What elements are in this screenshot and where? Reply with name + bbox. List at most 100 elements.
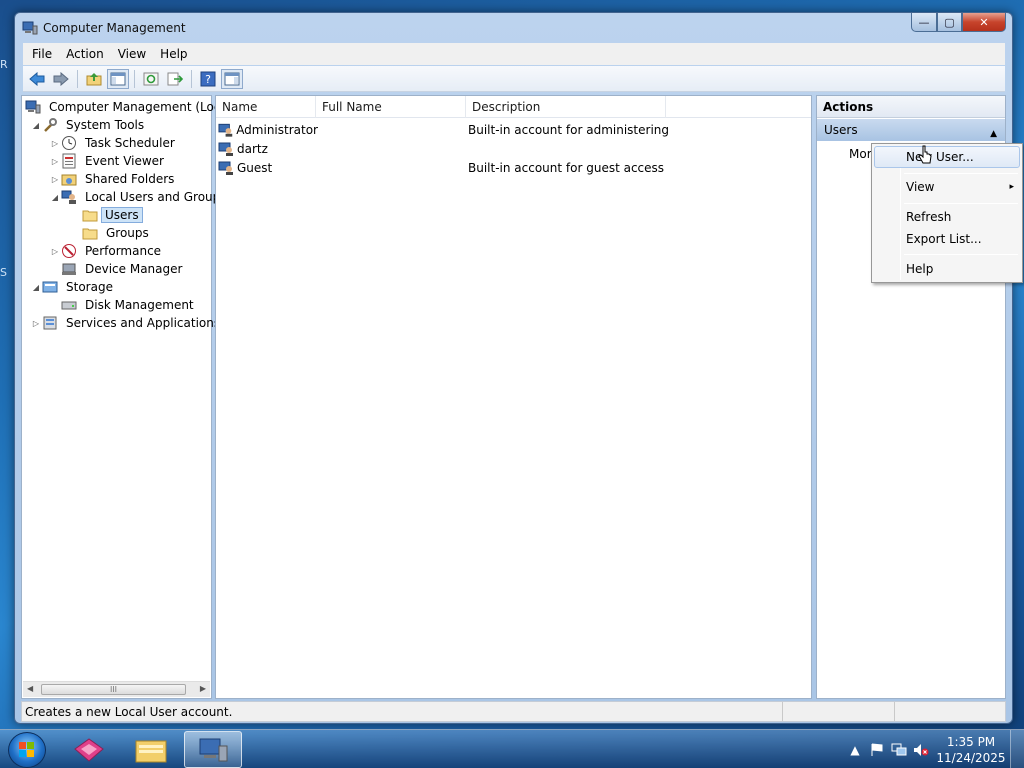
expand-arrow-icon[interactable]: ▷ (49, 157, 61, 166)
column-header-full-name[interactable]: Full Name (316, 96, 466, 118)
menu-item-view[interactable]: View ▸ (874, 176, 1020, 198)
folder-icon (82, 225, 98, 241)
users-list-view[interactable]: Name Full Name Description Administrator… (215, 95, 812, 699)
window-title: Computer Management (43, 21, 186, 35)
menu-view[interactable]: View (111, 44, 153, 64)
list-row-administrator[interactable]: Administrator Built-in account for admin… (218, 120, 668, 139)
tree-item-performance[interactable]: ▷ Performance (49, 242, 166, 260)
tree-item-task-scheduler[interactable]: ▷ Task Scheduler (49, 134, 180, 152)
menu-item-export-list[interactable]: Export List... (874, 228, 1020, 250)
actions-section-users[interactable]: Users ▲ (817, 119, 1005, 141)
expand-arrow-icon[interactable]: ▷ (49, 175, 61, 184)
clock-icon (61, 135, 77, 151)
tree-horizontal-scrollbar[interactable]: ◀ III ▶ (23, 681, 210, 697)
collapse-arrow-icon[interactable]: ◢ (30, 283, 42, 292)
show-hide-action-pane-button[interactable] (221, 68, 243, 89)
collapse-caret-icon[interactable]: ▲ (990, 123, 997, 145)
tree-item-system-tools[interactable]: ◢ System Tools (30, 116, 149, 134)
expand-arrow-icon[interactable]: ▷ (49, 139, 61, 148)
tree-item-label: Local Users and Groups (85, 190, 227, 204)
event-viewer-icon (61, 153, 77, 169)
show-desktop-button[interactable] (1010, 730, 1024, 768)
scrollbar-thumb[interactable]: III (41, 684, 186, 695)
tree-item-storage[interactable]: ◢ Storage (30, 278, 118, 296)
forward-icon (53, 71, 69, 86)
tree-item-groups[interactable]: Groups (82, 224, 154, 242)
up-folder-icon (86, 72, 102, 85)
expand-arrow-icon[interactable]: ▷ (49, 247, 61, 256)
action-center-flag-icon[interactable] (866, 739, 888, 761)
expand-arrow-icon[interactable]: ▷ (30, 319, 42, 328)
clock-time: 1:35 PM (946, 734, 996, 749)
menu-file[interactable]: File (25, 44, 59, 64)
shared-folder-icon (61, 171, 77, 187)
refresh-button[interactable] (140, 69, 162, 89)
network-icon[interactable] (888, 739, 910, 761)
cell-name: dartz (218, 141, 318, 157)
tree-item-services-and-applications[interactable]: ▷ Services and Applications (30, 314, 225, 332)
console-tree[interactable]: Computer Management (Local ◢ System Tool… (21, 95, 231, 699)
svg-text:?: ? (205, 73, 211, 86)
tree-item-shared-folders[interactable]: ▷ Shared Folders (49, 170, 179, 188)
taskbar-clock[interactable]: 1:35 PM 11/24/2025 (932, 734, 1010, 766)
show-hidden-icons-button[interactable]: ▲ (844, 739, 866, 761)
menu-item-refresh[interactable]: Refresh (874, 206, 1020, 228)
volume-muted-icon[interactable] (910, 739, 932, 761)
tree-item-label: Event Viewer (85, 154, 164, 168)
users-groups-icon (61, 189, 77, 205)
tree-item-label: Disk Management (85, 298, 194, 312)
tree-item-users[interactable]: Users (82, 206, 143, 224)
system-tools-icon (42, 117, 58, 133)
taskbar: ▲ 1:35 PM 11/24/2025 (0, 729, 1024, 768)
list-row-dartz[interactable]: dartz (218, 139, 668, 158)
tree-item-disk-management[interactable]: Disk Management (61, 296, 199, 314)
menu-help[interactable]: Help (153, 44, 194, 64)
menu-action[interactable]: Action (59, 44, 111, 64)
list-row-guest[interactable]: Guest Built-in account for guest access … (218, 158, 668, 177)
minimize-button[interactable]: — (911, 13, 937, 32)
more-actions-link[interactable]: Mor (849, 147, 872, 161)
status-text: Creates a new Local User account. (25, 704, 233, 719)
scroll-left-icon[interactable]: ◀ (27, 684, 33, 693)
taskbar-app-computer-management[interactable] (184, 731, 242, 768)
cell-name: Administrator (218, 122, 318, 138)
up-one-level-button[interactable] (83, 69, 105, 89)
mouse-cursor-icon (918, 145, 932, 164)
back-button[interactable] (26, 69, 48, 89)
forward-button[interactable] (50, 69, 72, 89)
system-tray: ▲ 1:35 PM 11/24/2025 (844, 730, 1024, 768)
column-header-description[interactable]: Description (466, 96, 666, 118)
toolbar: ? (23, 66, 1005, 92)
start-button[interactable] (8, 732, 46, 768)
close-button[interactable]: ✕ (962, 13, 1006, 32)
taskbar-app-paint[interactable] (60, 731, 118, 768)
tree-item-device-manager[interactable]: Device Manager (61, 260, 187, 278)
menu-item-new-user[interactable]: New User... (874, 146, 1020, 168)
help-button[interactable]: ? (197, 69, 219, 89)
user-account-icon (218, 123, 233, 137)
tree-item-local-users-and-groups[interactable]: ◢ Local Users and Groups (49, 188, 232, 206)
cell-description: Built-in account for administering... (468, 122, 668, 137)
user-name: Administrator (236, 122, 318, 137)
tree-item-label: Storage (66, 280, 113, 294)
collapse-arrow-icon[interactable]: ◢ (49, 193, 61, 202)
title-bar[interactable]: Computer Management — ▢ ✕ (15, 13, 1012, 43)
export-list-button[interactable] (164, 69, 186, 89)
collapse-arrow-icon[interactable]: ◢ (30, 121, 42, 130)
tree-item-computer-management[interactable]: Computer Management (Local (25, 98, 236, 116)
back-icon (29, 71, 45, 86)
column-header-name[interactable]: Name (216, 96, 316, 118)
device-manager-icon (61, 261, 77, 277)
user-name: dartz (237, 141, 268, 156)
scroll-right-icon[interactable]: ▶ (200, 684, 206, 693)
tree-item-event-viewer[interactable]: ▷ Event Viewer (49, 152, 169, 170)
show-hide-console-tree-button[interactable] (107, 68, 129, 89)
tree-item-label: Shared Folders (85, 172, 175, 186)
menu-item-help[interactable]: Help (874, 258, 1020, 280)
maximize-button[interactable]: ▢ (937, 13, 962, 32)
taskbar-app-explorer[interactable] (122, 731, 180, 768)
computer-management-icon (25, 99, 41, 115)
status-cell (893, 702, 1006, 721)
windows-logo-icon (19, 742, 34, 757)
tree-item-label: Groups (106, 226, 149, 240)
